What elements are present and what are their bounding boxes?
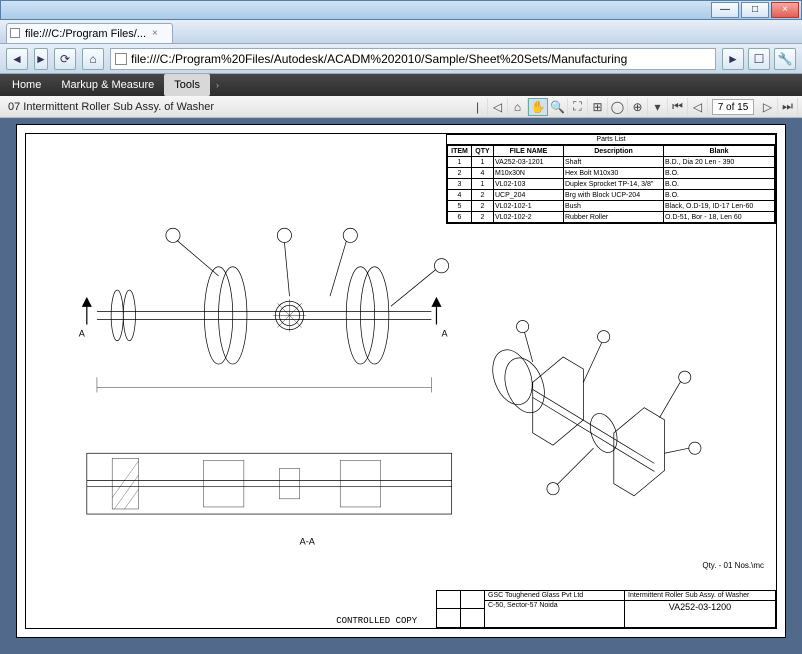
drawing-number: VA252-03-1200	[625, 601, 775, 613]
window-titlebar: — □ ×	[0, 0, 802, 20]
tab-title: file:///C:/Program Files/...	[25, 28, 146, 40]
doc-title: 07 Intermittent Roller Sub Assy. of Wash…	[4, 101, 468, 113]
qty-note: Qty. - 01 Nos.\mc	[702, 561, 764, 570]
first-page-icon[interactable]: ⏮	[668, 98, 688, 116]
favicon-icon	[10, 28, 20, 38]
zoom-fit-icon[interactable]: ⊞	[588, 98, 608, 116]
svg-text:A: A	[79, 329, 86, 339]
last-page-icon[interactable]: ⏭	[778, 98, 798, 116]
company-name: GSC Toughened Glass Pvt Ltd	[485, 591, 624, 601]
layers-icon[interactable]: ◯	[608, 98, 628, 116]
app-menubar: Home Markup & Measure Tools ›	[0, 74, 802, 96]
browser-tab[interactable]: file:///C:/Program Files/... ×	[6, 23, 173, 43]
prev-sheet-icon[interactable]: ◁	[488, 98, 508, 116]
company-address: C-50, Sector-57 Noida	[485, 601, 624, 610]
sep-icon: |	[468, 98, 488, 116]
menu-tools[interactable]: Tools	[164, 74, 210, 96]
page-icon	[115, 53, 127, 65]
address-bar: ◄ ► ⟳ ⌂ file:///C:/Program%20Files/Autod…	[0, 44, 802, 74]
doc-toolbar: 07 Intermittent Roller Sub Assy. of Wash…	[0, 96, 802, 118]
orbit-icon[interactable]: ⊕	[628, 98, 648, 116]
drawing-viewport[interactable]: Parts List ITEMQTYFILE NAMEDescriptionBl…	[0, 118, 802, 654]
maximize-button[interactable]: □	[741, 2, 769, 18]
close-button[interactable]: ×	[771, 2, 799, 18]
page-indicator[interactable]: 7 of 15	[712, 99, 754, 115]
tools-button[interactable]: 🔧	[774, 48, 796, 70]
controlled-copy-stamp: CONTROLLED COPY	[336, 616, 417, 626]
minimize-button[interactable]: —	[711, 2, 739, 18]
next-page-icon[interactable]: ▷	[758, 98, 778, 116]
feeds-button[interactable]: ☐	[748, 48, 770, 70]
back-button[interactable]: ◄	[6, 48, 28, 70]
drawing-sheet: Parts List ITEMQTYFILE NAMEDescriptionBl…	[16, 124, 786, 638]
url-input[interactable]: file:///C:/Program%20Files/Autodesk/ACAD…	[110, 48, 716, 70]
tab-bar: file:///C:/Program Files/... ×	[0, 20, 802, 44]
menu-markup[interactable]: Markup & Measure	[51, 74, 164, 96]
drawing-name: Intermittent Roller Sub Assy. of Washer	[625, 591, 775, 601]
home-button[interactable]: ⌂	[82, 48, 104, 70]
tab-close-icon[interactable]: ×	[152, 28, 158, 39]
home-icon[interactable]: ⌂	[508, 98, 528, 116]
go-button[interactable]: ►	[722, 48, 744, 70]
url-text: file:///C:/Program%20Files/Autodesk/ACAD…	[131, 52, 627, 66]
reload-button[interactable]: ⟳	[54, 48, 76, 70]
svg-text:A-A: A-A	[300, 536, 316, 546]
chev-icon[interactable]: ▾	[648, 98, 668, 116]
pan-icon[interactable]: ✋	[528, 98, 548, 116]
title-block: GSC Toughened Glass Pvt Ltd C-50, Sector…	[436, 590, 776, 628]
forward-button[interactable]: ►	[34, 48, 48, 70]
cad-drawing: A A	[26, 134, 776, 631]
menu-home[interactable]: Home	[2, 74, 51, 96]
prev-page-icon[interactable]: ◁	[688, 98, 708, 116]
zoom-in-icon[interactable]: 🔍	[548, 98, 568, 116]
svg-text:A: A	[442, 329, 449, 339]
menu-overflow-icon[interactable]: ›	[210, 80, 225, 90]
drawing-frame: Parts List ITEMQTYFILE NAMEDescriptionBl…	[25, 133, 777, 629]
zoom-window-icon[interactable]: ⛶	[568, 98, 588, 116]
